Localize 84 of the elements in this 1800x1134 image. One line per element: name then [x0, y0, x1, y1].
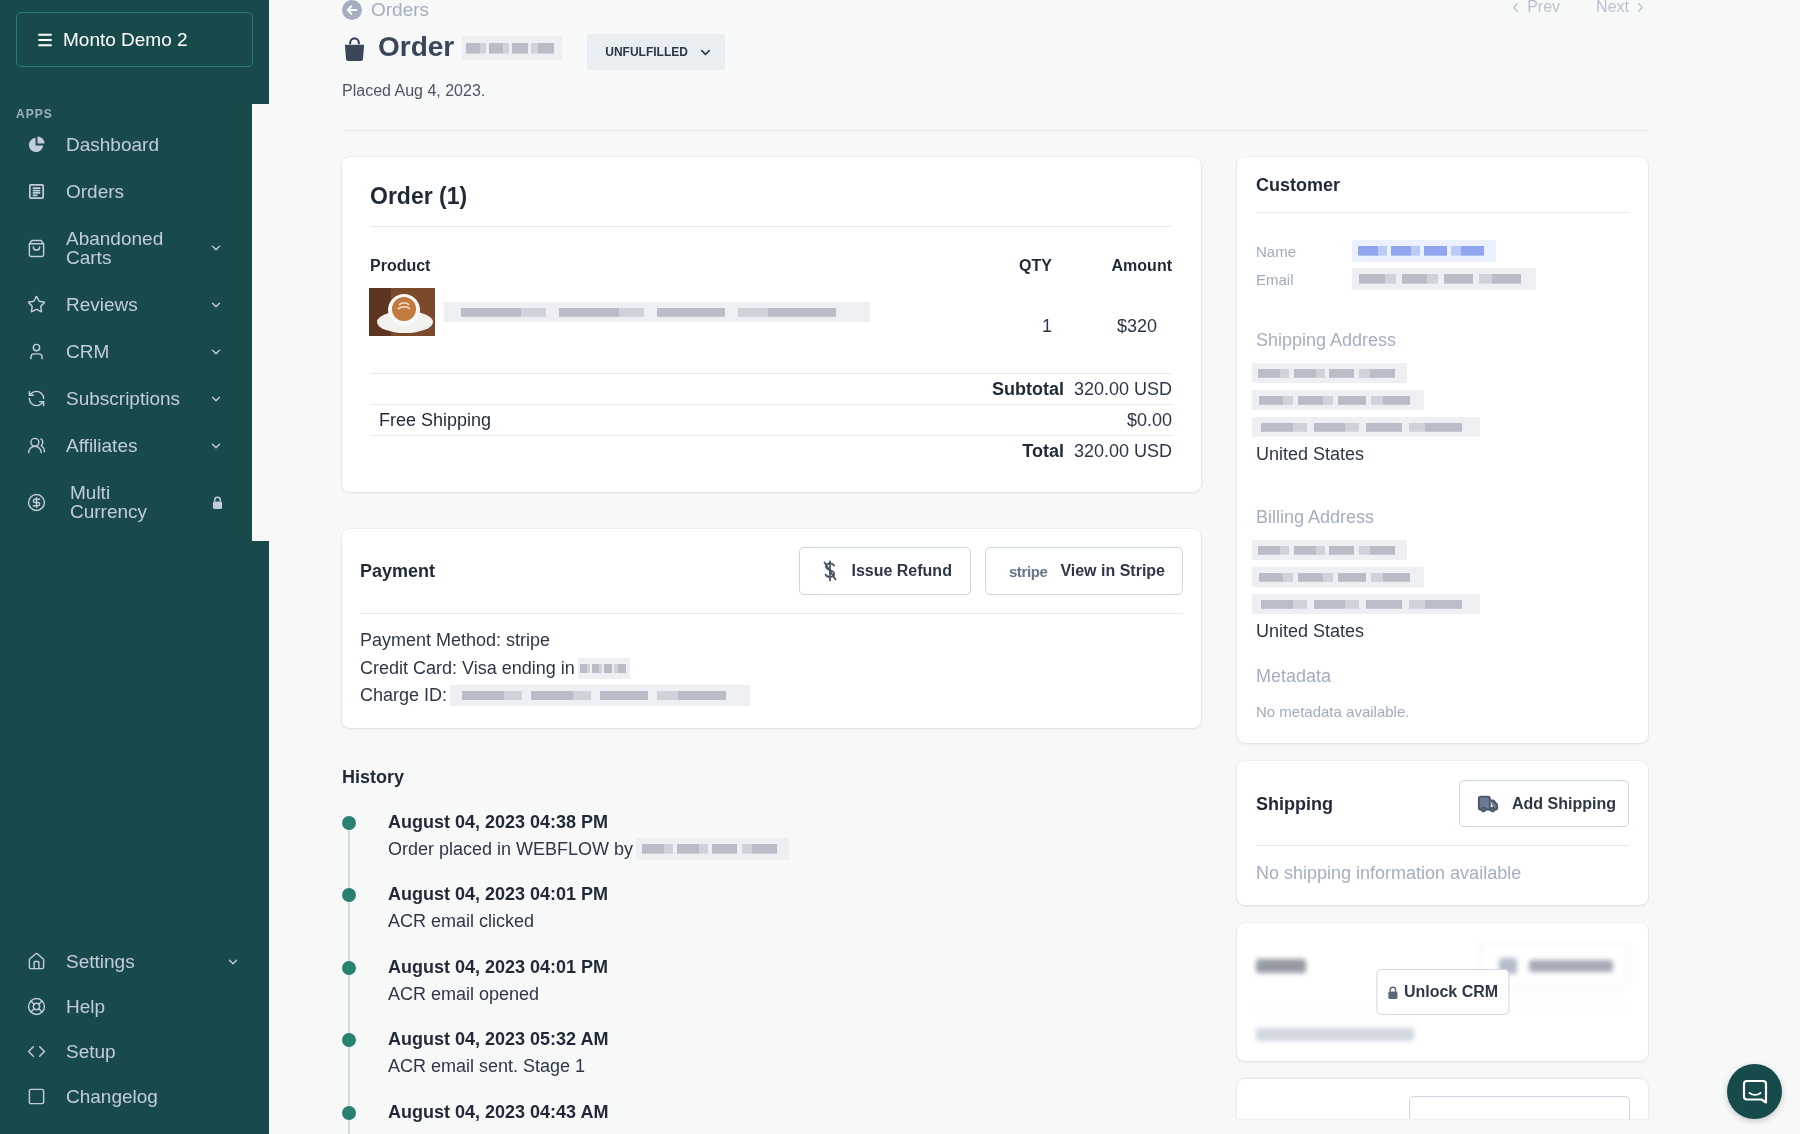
total-value: 320.00 USD — [1073, 440, 1172, 462]
coffee-cup-drawing — [369, 288, 435, 336]
total-value: $0.00 — [1126, 409, 1172, 431]
dollar-circle-icon — [27, 492, 46, 512]
payment-detail: Credit Card: Visa ending in — [360, 656, 575, 680]
total-label: Total — [1022, 440, 1064, 462]
chat-icon — [1741, 1078, 1768, 1105]
event-time: August 04, 2023 04:01 PM — [388, 955, 610, 979]
nav-item[interactable]: Settings — [0, 939, 269, 984]
square-icon — [27, 1087, 46, 1106]
payment-detail: Payment Method: stripe — [360, 629, 551, 653]
total-value: 320.00 USD — [1073, 378, 1172, 400]
address-title: Billing Address — [1256, 506, 1376, 529]
event-text: ACR email opened — [388, 982, 540, 1006]
amount-cell-text: $320 — [1115, 315, 1158, 337]
column-header: QTY — [1018, 256, 1052, 276]
nav-item[interactable]: Multi Currency — [0, 469, 252, 535]
field-label: Email — [1256, 270, 1295, 288]
event-time: August 04, 2023 04:01 PM — [388, 883, 610, 906]
lifebuoy-icon — [27, 997, 46, 1016]
section-title: Metadata — [1256, 665, 1333, 688]
timeline-dot-icon — [342, 1033, 356, 1047]
pie-chart-icon — [27, 135, 46, 154]
event-text: ACR email clicked — [388, 910, 535, 934]
nav-item[interactable]: Dashboard — [0, 121, 252, 168]
document-list-icon — [27, 182, 46, 201]
column-header: Amount — [1110, 256, 1172, 276]
unlock-button[interactable]: Unlock CRM — [1375, 969, 1510, 1015]
crossed-dollar-icon — [822, 560, 839, 582]
card-title: Order (1) — [370, 182, 469, 211]
timeline-dot-icon — [342, 815, 356, 830]
nav-item[interactable]: CRM — [0, 328, 252, 375]
lock-icon — [1386, 985, 1398, 999]
logo-wordmark: stripe — [1008, 562, 1048, 580]
user-icon — [27, 342, 46, 361]
add-shipping-button[interactable]: Add Shipping — [1459, 780, 1629, 827]
event-time: August 04, 2023 05:32 AM — [388, 1028, 610, 1051]
nav-item[interactable]: Abandoned Carts — [0, 215, 252, 281]
section-title: History — [342, 766, 405, 787]
card-title: Customer — [1256, 175, 1341, 195]
refund-button[interactable]: Issue Refund — [799, 547, 971, 595]
column-header: Product — [370, 256, 432, 276]
address-country: United States — [1256, 443, 1366, 466]
card-title: Shipping — [1256, 793, 1333, 814]
timeline-dot-icon — [342, 1105, 356, 1120]
section-label: APPS — [16, 107, 54, 121]
empty-message: No metadata available. — [1256, 702, 1411, 722]
nav-item[interactable]: Orders — [0, 168, 252, 215]
chat-button[interactable] — [1727, 1064, 1782, 1119]
event-text: Order placed in WEBFLOW by — [388, 837, 634, 861]
address-country: United States — [1256, 620, 1366, 643]
refresh-icon — [27, 389, 46, 408]
home-icon — [27, 952, 46, 971]
page-title: Order — [378, 31, 455, 63]
address-title: Shipping Address — [1256, 329, 1398, 352]
payment-detail: Charge ID: — [360, 684, 448, 708]
empty-message: No shipping information available — [1256, 862, 1523, 885]
total-label: Subtotal — [991, 378, 1064, 400]
pixelated-link[interactable] — [1352, 240, 1496, 262]
nav-item[interactable]: Subscriptions — [0, 375, 252, 422]
nav-item[interactable]: Reviews — [0, 281, 252, 328]
status-dropdown[interactable]: UNFULFILLED — [587, 34, 725, 70]
total-label: Free Shipping — [379, 409, 492, 431]
nav-item[interactable]: Affiliates — [0, 422, 252, 469]
field-label: Name — [1256, 242, 1297, 260]
shopping-bag-icon — [342, 36, 367, 62]
event-time: August 04, 2023 04:38 PM — [388, 810, 610, 834]
event-time: August 04, 2023 04:43 AM — [388, 1100, 610, 1124]
outlined-button[interactable] — [1409, 1096, 1630, 1119]
shopping-bag-icon — [27, 238, 46, 258]
timeline-dot-icon — [342, 888, 356, 902]
card-title: Payment — [360, 561, 436, 581]
view-in-stripe-button[interactable]: stripe View in Stripe — [984, 547, 1183, 595]
workspace-button[interactable]: Monto Demo 2 — [16, 12, 253, 67]
nav-item[interactable]: Help — [0, 984, 269, 1029]
quantity-cell-text: 1 — [1041, 315, 1052, 337]
nav-item[interactable]: Changelog — [0, 1074, 269, 1119]
lock-icon — [212, 495, 223, 509]
star-icon — [27, 295, 46, 314]
timeline-dot-icon — [342, 960, 356, 975]
event-text: ACR email sent. Stage 1 — [388, 1055, 586, 1079]
users-icon — [27, 436, 46, 455]
nav-item[interactable]: Setup — [0, 1029, 269, 1074]
placed-date: Placed Aug 4, 2023. — [342, 81, 487, 101]
